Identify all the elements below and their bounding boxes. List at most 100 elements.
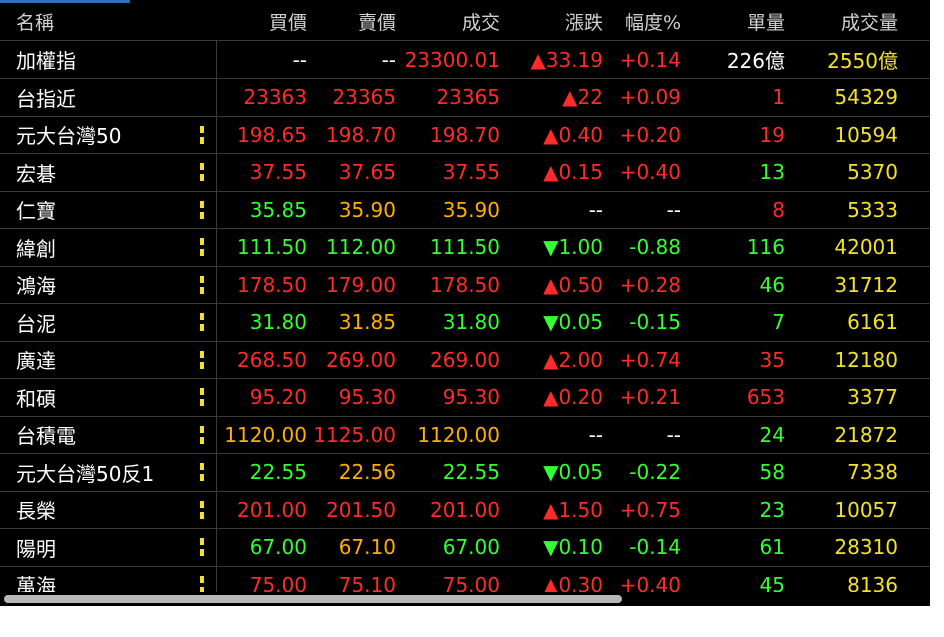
cell-bid: 23363 bbox=[243, 85, 307, 109]
cell-name: 元大台灣50反1 bbox=[0, 453, 217, 491]
cell-change: ▲0.50 bbox=[543, 272, 603, 297]
cell-change: ▼1.00 bbox=[543, 235, 603, 259]
table-row[interactable]: 台積電 1120.00 1125.00 1120.00 -- -- 24 21872 bbox=[0, 416, 930, 454]
cell-ask: 67.10 bbox=[338, 535, 396, 559]
table-row[interactable]: 加權指 -- -- 23300.01 ▲33.19 +0.14 226億 2550億 bbox=[0, 41, 930, 79]
cell-name: 緯創 bbox=[0, 228, 217, 266]
quote-board: 名稱 買價 賣價 成交 漲跌 幅度% 單量 成交量 加權指 -- -- 23300.0… bbox=[0, 0, 930, 606]
drag-handle-icon[interactable] bbox=[200, 425, 204, 444]
cell-vol: 653 bbox=[746, 385, 785, 409]
drag-handle-icon[interactable] bbox=[200, 575, 204, 594]
symbol-name: 和碩 bbox=[16, 386, 56, 411]
table-row[interactable]: 元大台灣50 198.65 198.70 198.70 ▲0.40 +0.20 19 1059… bbox=[0, 116, 930, 154]
cell-vol: 1 bbox=[772, 85, 785, 109]
table-row[interactable]: 長榮 201.00 201.50 201.00 ▲1.50 +0.75 23 10057 bbox=[0, 491, 930, 529]
cell-ask: 35.90 bbox=[338, 197, 396, 222]
cell-total: 2550億 bbox=[827, 49, 898, 73]
header-change[interactable]: 漲跌 bbox=[500, 8, 603, 35]
cell-bid: 22.55 bbox=[249, 460, 307, 484]
symbol-name: 長榮 bbox=[16, 499, 56, 523]
symbol-name: 宏碁 bbox=[16, 161, 56, 186]
drag-handle-icon[interactable] bbox=[200, 463, 204, 481]
drag-handle-icon[interactable] bbox=[200, 125, 204, 144]
cell-name: 元大台灣50 bbox=[0, 116, 217, 153]
table-row[interactable]: 陽明 67.00 67.10 67.00 ▼0.10 -0.14 61 28310 bbox=[0, 528, 930, 567]
cell-ask: 179.00 bbox=[326, 272, 396, 297]
header-pct[interactable]: 幅度% bbox=[603, 8, 681, 35]
symbol-name: 緯創 bbox=[16, 236, 56, 261]
drag-handle-icon[interactable] bbox=[200, 238, 204, 256]
cell-change: -- bbox=[588, 197, 603, 222]
cell-last: 178.50 bbox=[430, 272, 500, 297]
cell-last: 37.55 bbox=[442, 160, 500, 184]
cell-name: 陽明 bbox=[0, 528, 217, 566]
header-bid[interactable]: 買價 bbox=[217, 8, 307, 35]
cell-total: 12180 bbox=[834, 347, 898, 372]
cell-name: 台泥 bbox=[0, 303, 217, 341]
cell-last: 23365 bbox=[436, 85, 500, 109]
header-vol[interactable]: 單量 bbox=[681, 8, 785, 35]
cell-vol: 24 bbox=[759, 422, 785, 447]
table-row[interactable]: 仁寶 35.85 35.90 35.90 -- -- 8 5333 bbox=[0, 191, 930, 229]
cell-last: 35.90 bbox=[442, 197, 500, 222]
cell-vol: 8 bbox=[772, 197, 785, 222]
cell-vol: 13 bbox=[759, 160, 785, 184]
cell-pct: +0.14 bbox=[619, 47, 681, 72]
cell-vol: 7 bbox=[772, 310, 785, 334]
table-row[interactable]: 元大台灣50反1 22.55 22.56 22.55 ▼0.05 -0.22 58 7338 bbox=[0, 453, 930, 492]
cell-name: 宏碁 bbox=[0, 153, 217, 191]
drag-handle-icon[interactable] bbox=[200, 200, 204, 219]
table-row[interactable]: 台指近 23363 23365 23365 ▲22 +0.09 1 54329 bbox=[0, 78, 930, 117]
cell-total: 54329 bbox=[834, 85, 898, 109]
cell-bid: -- bbox=[292, 47, 307, 72]
drag-handle-icon[interactable] bbox=[200, 538, 204, 556]
drag-handle-icon[interactable] bbox=[200, 163, 204, 181]
cell-pct: +0.40 bbox=[619, 160, 681, 184]
cell-vol: 58 bbox=[759, 460, 785, 484]
cell-pct: -0.15 bbox=[629, 310, 681, 334]
header-total[interactable]: 成交量 bbox=[785, 8, 914, 35]
table-row[interactable]: 宏碁 37.55 37.65 37.55 ▲0.15 +0.40 13 5370 bbox=[0, 153, 930, 192]
table-row[interactable]: 鴻海 178.50 179.00 178.50 ▲0.50 +0.28 46 31712 bbox=[0, 266, 930, 304]
cell-ask: 201.50 bbox=[326, 497, 396, 522]
cell-name: 和碩 bbox=[0, 378, 217, 416]
scrollbar-thumb[interactable] bbox=[4, 595, 622, 603]
cell-ask: 95.30 bbox=[338, 385, 396, 409]
header-name[interactable]: 名稱 bbox=[0, 3, 217, 40]
drag-handle-icon[interactable] bbox=[200, 313, 204, 331]
drag-handle-icon[interactable] bbox=[200, 350, 204, 369]
cell-total: 3377 bbox=[847, 385, 898, 409]
drag-handle-icon[interactable] bbox=[200, 500, 204, 519]
drag-handle-icon[interactable] bbox=[200, 275, 204, 294]
cell-ask: 37.65 bbox=[338, 160, 396, 184]
cell-change: ▲1.50 bbox=[543, 497, 603, 522]
cell-change: ▲33.19 bbox=[530, 47, 603, 72]
cell-pct: +0.09 bbox=[619, 85, 681, 109]
header-last[interactable]: 成交 bbox=[396, 8, 500, 35]
table-row[interactable]: 廣達 268.50 269.00 269.00 ▲2.00 +0.74 35 12180 bbox=[0, 341, 930, 379]
cell-total: 10594 bbox=[834, 122, 898, 147]
cell-ask: 22.56 bbox=[338, 460, 396, 484]
cell-ask: 198.70 bbox=[326, 122, 396, 147]
cell-ask: 31.85 bbox=[338, 310, 396, 334]
cell-total: 7338 bbox=[847, 460, 898, 484]
drag-handle-icon[interactable] bbox=[200, 388, 204, 406]
cell-name: 長榮 bbox=[0, 491, 217, 528]
symbol-name: 台泥 bbox=[16, 311, 56, 336]
cell-bid: 268.50 bbox=[237, 347, 307, 372]
horizontal-scrollbar[interactable] bbox=[0, 592, 930, 606]
cell-pct: -- bbox=[666, 197, 681, 222]
cell-pct: -0.22 bbox=[629, 460, 681, 484]
cell-name: 仁寶 bbox=[0, 191, 217, 228]
cell-vol: 46 bbox=[759, 272, 785, 297]
symbol-name: 台積電 bbox=[16, 424, 76, 448]
cell-pct: +0.21 bbox=[619, 385, 681, 409]
cell-change: ▼0.05 bbox=[543, 310, 603, 334]
table-row[interactable]: 台泥 31.80 31.85 31.80 ▼0.05 -0.15 7 6161 bbox=[0, 303, 930, 342]
cell-pct: +0.28 bbox=[619, 272, 681, 297]
header-ask[interactable]: 賣價 bbox=[307, 8, 396, 35]
cell-name: 台指近 bbox=[0, 78, 217, 116]
table-row[interactable]: 和碩 95.20 95.30 95.30 ▲0.20 +0.21 653 3377 bbox=[0, 378, 930, 417]
cell-last: 201.00 bbox=[430, 497, 500, 522]
table-row[interactable]: 緯創 111.50 112.00 111.50 ▼1.00 -0.88 116 42001 bbox=[0, 228, 930, 267]
